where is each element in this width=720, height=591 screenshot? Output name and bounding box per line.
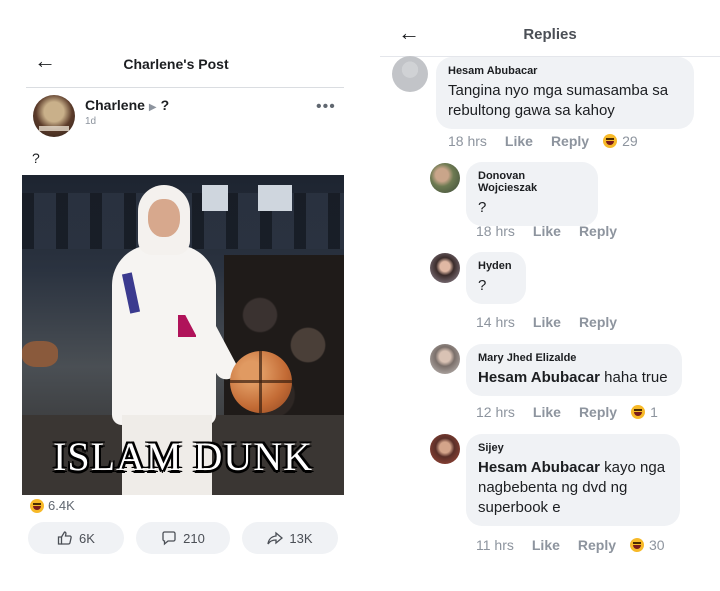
reaction-count: 29: [622, 133, 638, 149]
comment-bubble: Donovan Wojcieszak ?: [466, 162, 598, 226]
replies-title: Replies: [523, 26, 577, 43]
mention-link[interactable]: Hesam Abubacar: [478, 459, 600, 476]
reply-link[interactable]: Reply: [579, 223, 617, 239]
reaction-count: 6.4K: [48, 498, 75, 513]
comment-count: 210: [183, 530, 205, 546]
comment-meta: 11 hrs Like Reply 30: [476, 537, 665, 553]
comment-bubble: Hyden ?: [466, 252, 526, 304]
avatar[interactable]: [430, 163, 460, 193]
comment-meta: 18 hrs Like Reply 29: [448, 133, 638, 149]
haha-emoji-icon: [631, 405, 646, 419]
commenter-name[interactable]: Hesam Abubacar: [448, 65, 682, 77]
reply-link[interactable]: Reply: [579, 404, 617, 420]
post-text: ?: [32, 150, 40, 166]
comment-time: 14 hrs: [476, 314, 515, 330]
replies-panel: ← Replies Hesam Abubacar Tangina nyo mga…: [380, 0, 720, 591]
commenter-name[interactable]: Hyden: [478, 260, 514, 272]
post-image[interactable]: ISLAM DUNK: [22, 175, 344, 495]
author-name-row[interactable]: Charlene ▶?: [85, 97, 169, 113]
haha-emoji-icon: [603, 134, 618, 148]
comment-meta: 18 hrs Like Reply: [476, 223, 617, 239]
page-title: Charlene's Post: [123, 56, 229, 72]
commenter-name[interactable]: Donovan Wojcieszak: [478, 170, 586, 194]
comment-icon: [162, 531, 176, 546]
basketball: [230, 351, 292, 413]
author-avatar[interactable]: [33, 95, 75, 137]
share-icon: [267, 531, 284, 545]
like-link[interactable]: Like: [533, 314, 561, 330]
like-count: 6K: [79, 530, 95, 546]
comment-text: Tangina nyo mga sumasamba sa rebultong g…: [448, 82, 669, 119]
reaction-summary[interactable]: 1: [631, 404, 658, 420]
like-link[interactable]: Like: [533, 223, 561, 239]
comment-time: 18 hrs: [476, 223, 515, 239]
image-caption: ISLAM DUNK: [53, 434, 313, 479]
comment-button[interactable]: 210: [136, 522, 230, 554]
reaction-summary[interactable]: 29: [603, 133, 638, 149]
comment-meta: 12 hrs Like Reply 1: [476, 404, 658, 420]
comment-bubble: Mary Jhed Elizalde Hesam Abubacar haha t…: [466, 344, 682, 396]
triangle-right-icon: ▶: [148, 102, 157, 113]
comment-text: ?: [478, 199, 487, 216]
comment-time: 18 hrs: [448, 133, 487, 149]
comment-time: 12 hrs: [476, 404, 515, 420]
share-button[interactable]: 13K: [242, 522, 338, 554]
reaction-summary[interactable]: 6.4K: [30, 498, 75, 513]
mention-link[interactable]: Hesam Abubacar: [478, 369, 600, 386]
comment-bubble: Sijey Hesam Abubacar kayo nga nagbebenta…: [466, 434, 680, 526]
post-timestamp[interactable]: 1d: [85, 116, 96, 127]
avatar[interactable]: [430, 434, 460, 464]
like-link[interactable]: Like: [505, 133, 533, 149]
post-panel: ← Charlene's Post Charlene ▶? 1d ••• ? IS…: [0, 0, 360, 591]
comment-body: haha true: [600, 369, 668, 386]
avatar[interactable]: [392, 56, 428, 92]
reaction-count: 30: [649, 537, 665, 553]
commenter-name[interactable]: Sijey: [478, 442, 668, 454]
author-name[interactable]: Charlene: [85, 97, 145, 113]
comment-meta: 14 hrs Like Reply: [476, 314, 617, 330]
post-target: ?: [160, 97, 170, 113]
like-link[interactable]: Like: [532, 537, 560, 553]
haha-emoji-icon: [30, 498, 44, 513]
reaction-summary[interactable]: 30: [630, 537, 665, 553]
like-link[interactable]: Like: [533, 404, 561, 420]
like-button[interactable]: 6K: [28, 522, 124, 554]
comment-bubble: Hesam Abubacar Tangina nyo mga sumasamba…: [436, 57, 694, 129]
comment-text: Hesam Abubacar kayo nga nagbebenta ng dv…: [478, 458, 668, 518]
comment-text: ?: [478, 277, 487, 294]
reply-link[interactable]: Reply: [551, 133, 589, 149]
thumbs-up-icon: [57, 531, 72, 545]
avatar[interactable]: [430, 253, 460, 283]
share-count: 13K: [289, 530, 313, 546]
haha-emoji-icon: [630, 538, 645, 552]
avatar[interactable]: [430, 344, 460, 374]
commenter-name[interactable]: Mary Jhed Elizalde: [478, 352, 670, 364]
comment-text: Hesam Abubacar haha true: [478, 368, 670, 388]
reply-link[interactable]: Reply: [579, 314, 617, 330]
header-divider: [26, 87, 344, 88]
comment-time: 11 hrs: [476, 537, 514, 553]
reaction-count: 1: [650, 404, 658, 420]
reply-link[interactable]: Reply: [578, 537, 616, 553]
more-icon[interactable]: •••: [316, 98, 336, 116]
